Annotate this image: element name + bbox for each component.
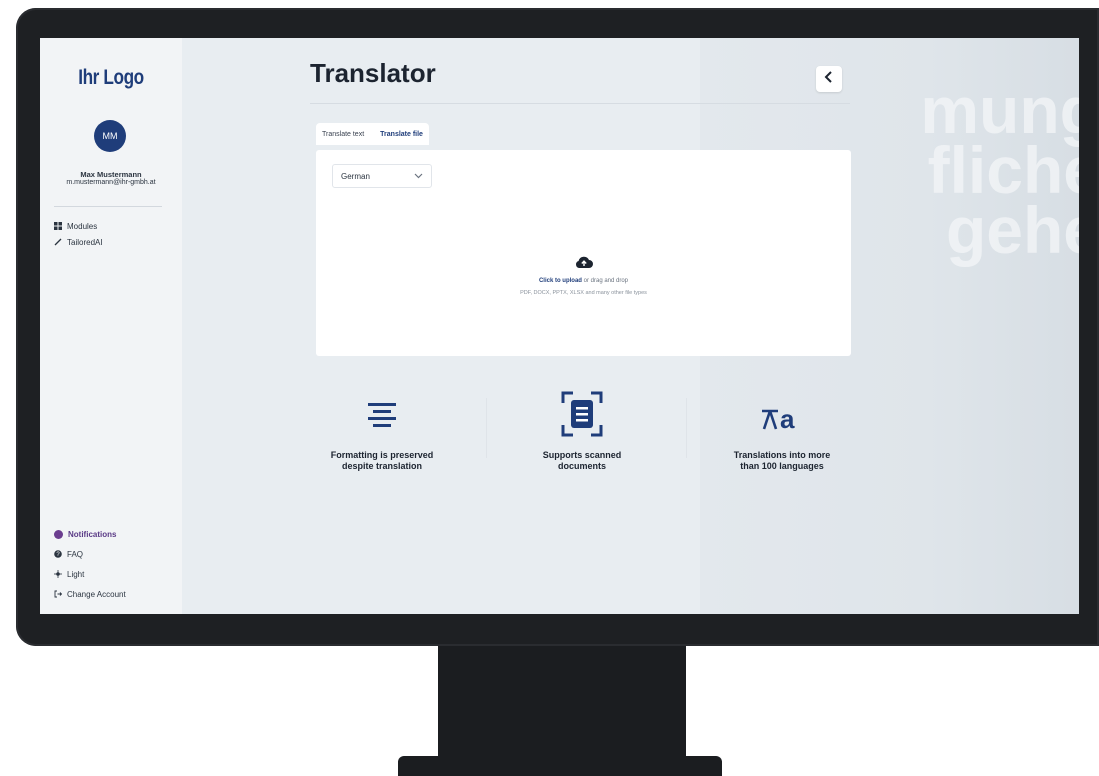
- feature-languages: Translations into more than 100 language…: [702, 450, 862, 472]
- sidebar-divider: [54, 206, 162, 207]
- feature-formatting: Formatting is preserved despite translat…: [302, 450, 462, 472]
- upload-instruction: or drag and drop: [583, 278, 629, 284]
- feature-line: documents: [557, 461, 606, 471]
- grid-icon: [54, 222, 62, 230]
- pencil-icon: [54, 238, 62, 246]
- page-title: Translator: [310, 58, 436, 88]
- monitor-stand: [438, 646, 686, 764]
- screen: mungflichegehe Ihr Logo MM Max Musterman…: [40, 38, 1079, 614]
- feature-scanned-documents: Supports scanned documents: [502, 450, 662, 472]
- chevron-left-icon: [824, 70, 834, 88]
- upload-file-types: PDF, DOCX, PPTX, XLSX and many other fil…: [520, 290, 647, 296]
- translate-icon: a: [756, 400, 812, 436]
- upload-card: German Click to upload or drag and drop …: [316, 150, 851, 356]
- language-select[interactable]: German: [332, 164, 432, 188]
- scan-document-icon: [560, 390, 604, 438]
- tab-bar: Translate text Translate file: [316, 123, 429, 145]
- logo[interactable]: Ihr Logo: [53, 66, 169, 90]
- sidebar-item-faq[interactable]: ? FAQ: [54, 548, 83, 560]
- user-name: Max Mustermann: [80, 170, 142, 179]
- help-icon: ?: [54, 550, 62, 558]
- sidebar-item-label: Light: [67, 569, 85, 579]
- sidebar-item-tailoredai[interactable]: TailoredAI: [54, 236, 103, 248]
- feature-divider: [686, 398, 687, 458]
- sidebar: Ihr Logo MM Max Mustermann m.mustermann@…: [40, 38, 182, 614]
- background-decoration: mungflichegehe: [920, 73, 1079, 267]
- feature-divider: [486, 398, 487, 458]
- feature-line: Supports scanned: [542, 450, 622, 460]
- logout-icon: [54, 590, 62, 598]
- upload-dropzone-text[interactable]: Click to upload or drag and drop: [316, 278, 851, 284]
- sidebar-item-light[interactable]: Light: [54, 568, 84, 580]
- monitor-base: [398, 756, 722, 776]
- svg-text:a: a: [780, 404, 795, 433]
- chevron-down-icon: [414, 171, 423, 181]
- language-select-value: German: [341, 171, 370, 181]
- feature-line: despite translation: [341, 461, 422, 471]
- title-divider: [310, 103, 850, 104]
- tab-translate-text[interactable]: Translate text: [322, 131, 364, 138]
- feature-line: than 100 languages: [740, 461, 824, 471]
- sidebar-item-label: FAQ: [67, 549, 84, 559]
- sidebar-item-label: Modules: [67, 221, 98, 231]
- upload-link[interactable]: Click to upload: [539, 278, 582, 284]
- sidebar-item-label: TailoredAI: [67, 237, 103, 247]
- feature-line: Formatting is preserved: [330, 450, 434, 460]
- sun-icon: [54, 570, 62, 578]
- tab-translate-file[interactable]: Translate file: [380, 131, 423, 138]
- sidebar-item-change-account[interactable]: Change Account: [54, 588, 126, 600]
- sidebar-item-modules[interactable]: Modules: [54, 220, 97, 232]
- avatar[interactable]: MM: [94, 120, 126, 152]
- sidebar-item-label: Notifications: [68, 529, 117, 539]
- feature-line: Translations into more: [733, 450, 831, 460]
- cloud-upload-icon[interactable]: [574, 254, 594, 270]
- sidebar-item-notifications[interactable]: Notifications: [54, 528, 116, 540]
- user-email: m.mustermann@ihr-gmbh.at: [66, 179, 156, 186]
- sidebar-item-label: Change Account: [67, 589, 126, 599]
- back-button[interactable]: [816, 66, 842, 92]
- align-center-icon: [362, 396, 402, 436]
- notification-dot-icon: [54, 529, 63, 539]
